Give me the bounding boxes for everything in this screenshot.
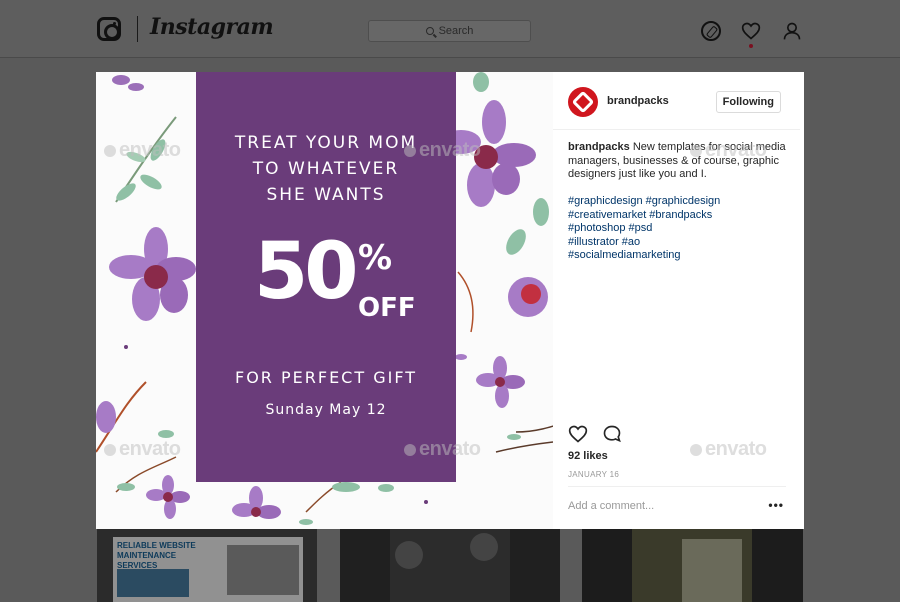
hashtag-line[interactable]: #photoshop #psd: [568, 222, 790, 236]
comment-input[interactable]: [568, 500, 758, 512]
discount-number: 50: [254, 227, 359, 317]
activity-heart-icon[interactable]: [741, 21, 761, 41]
hashtags: #graphicdesign #graphicdesign #creativem…: [568, 195, 790, 263]
instagram-wordmark[interactable]: Instagram: [150, 14, 274, 40]
likes-count[interactable]: 92 likes: [568, 450, 608, 462]
thumbnail-circle-icon: [395, 541, 423, 569]
comment-bar: •••: [568, 486, 786, 529]
search-placeholder: Search: [438, 25, 474, 37]
post-date: JANUARY 16: [568, 470, 620, 479]
promo-date: Sunday May 12: [265, 402, 387, 418]
discount-percent: %: [358, 238, 393, 278]
hashtag-line[interactable]: #illustrator #ao: [568, 236, 790, 250]
envato-watermark: envato: [690, 438, 767, 461]
hashtag-line[interactable]: #socialmediamarketing: [568, 249, 790, 263]
grid-thumbnail-1[interactable]: RELIABLE WEBSITE MAINTENANCE SERVICES: [97, 529, 317, 602]
nav-divider: [137, 16, 138, 42]
post-sidebar: brandpacks Following brandpacks New temp…: [553, 72, 804, 529]
caption-username[interactable]: brandpacks: [568, 141, 630, 153]
post-modal: TREAT YOUR MOM TO WHATEVER SHE WANTS 50 …: [96, 72, 804, 529]
envato-watermark: envato: [104, 438, 181, 461]
hashtag-line[interactable]: #creativemarket #brandpacks: [568, 209, 790, 223]
author-username[interactable]: brandpacks: [607, 95, 669, 107]
envato-watermark: envato: [404, 438, 481, 461]
instagram-camera-icon[interactable]: [97, 17, 121, 41]
post-image[interactable]: TREAT YOUR MOM TO WHATEVER SHE WANTS 50 …: [96, 72, 553, 529]
more-options-icon[interactable]: •••: [768, 498, 784, 512]
thumbnail-title: RELIABLE WEBSITE MAINTENANCE SERVICES: [117, 541, 196, 570]
thumbnail-block: [117, 569, 189, 597]
thumbnail-laptop: [227, 545, 299, 595]
top-nav: Instagram Search: [0, 0, 900, 58]
like-heart-icon[interactable]: [568, 424, 588, 444]
explore-compass-icon[interactable]: [701, 21, 721, 41]
post-header: brandpacks Following: [553, 72, 800, 130]
promo-line-3: SHE WANTS: [266, 185, 386, 205]
envato-watermark: envato: [690, 139, 767, 162]
envato-watermark: envato: [404, 139, 481, 162]
brandpacks-logo-icon: [571, 90, 595, 114]
avatar[interactable]: [568, 87, 598, 117]
hashtag-line[interactable]: #graphicdesign #graphicdesign: [568, 195, 790, 209]
grid-thumbnail-3[interactable]: [582, 529, 803, 602]
comment-bubble-icon[interactable]: [602, 424, 622, 444]
promo-gift-text: FOR PERFECT GIFT: [234, 368, 418, 387]
grid-thumbnail-2[interactable]: [340, 529, 560, 602]
following-button[interactable]: Following: [715, 91, 781, 113]
thumbnail-page: [682, 539, 742, 602]
discount-off: OFF: [358, 293, 416, 323]
post-actions: [568, 424, 622, 444]
envato-watermark: envato: [104, 139, 181, 162]
search-box[interactable]: Search: [368, 20, 531, 42]
notification-dot: [749, 44, 753, 48]
thumbnail-circle-icon: [470, 533, 498, 561]
profile-icon[interactable]: [782, 21, 802, 41]
search-icon: [425, 27, 434, 35]
promo-banner: TREAT YOUR MOM TO WHATEVER SHE WANTS 50 …: [196, 72, 456, 482]
